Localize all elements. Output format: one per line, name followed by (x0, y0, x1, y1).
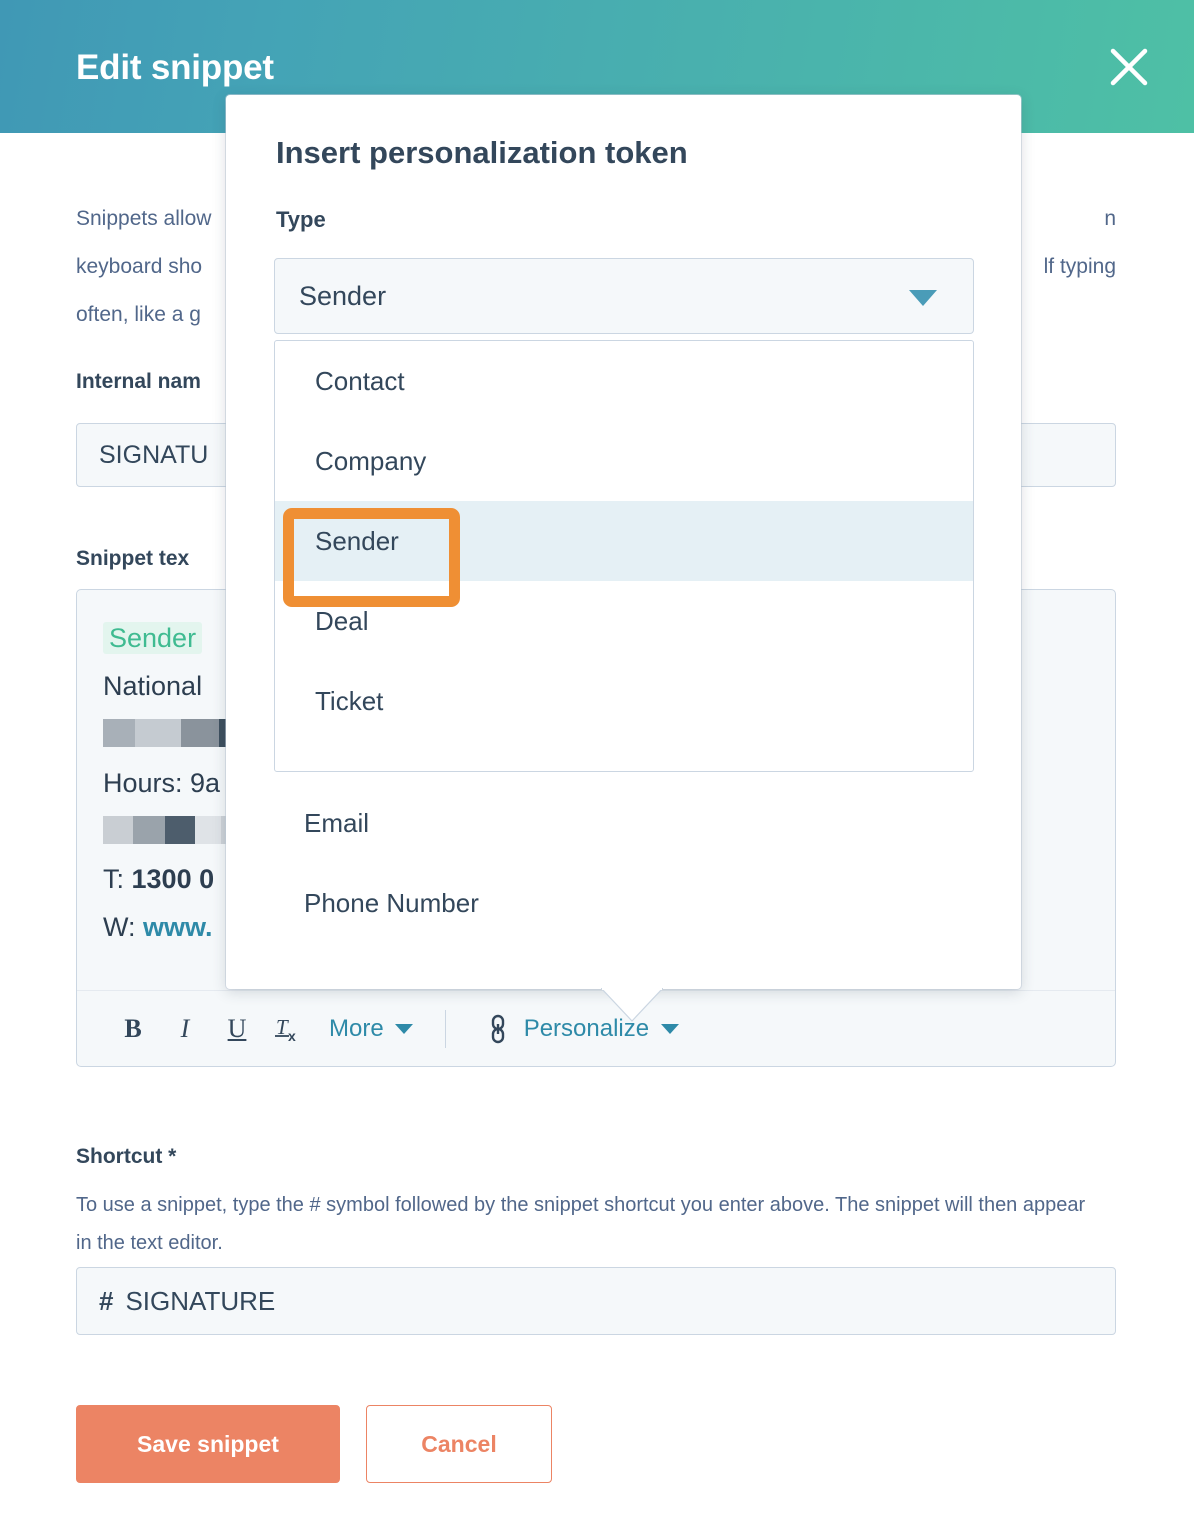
intro-line-1-tail: n (1104, 195, 1116, 243)
cancel-button[interactable]: Cancel (366, 1405, 552, 1483)
italic-button[interactable]: I (159, 1003, 211, 1055)
type-option-deal[interactable]: Deal (275, 581, 973, 661)
chevron-down-icon-personalize (661, 1024, 679, 1034)
editor-web-prefix: W: (103, 912, 143, 942)
clear-formatting-button[interactable]: T x (263, 1003, 315, 1055)
page-title: Edit snippet (76, 48, 274, 88)
type-option-contact[interactable]: Contact (275, 341, 973, 421)
token-field-phone-number[interactable]: Phone Number (274, 863, 974, 943)
type-option-list[interactable]: Contact Company Sender Deal Ticket (274, 340, 974, 772)
more-button[interactable]: More (329, 1015, 413, 1043)
editor-web-link[interactable]: www. (143, 912, 213, 942)
internal-name-value: SIGNATU (99, 441, 208, 470)
chevron-down-icon (395, 1024, 413, 1034)
svg-text:x: x (288, 1028, 296, 1044)
type-option-sender[interactable]: Sender (275, 501, 973, 581)
snippet-text-label: Snippet tex (76, 547, 189, 571)
shortcut-label: Shortcut * (76, 1145, 176, 1169)
intro-line-2-tail: lf typing (1044, 243, 1116, 291)
hash-icon: # (99, 1286, 113, 1317)
bold-button[interactable]: B (107, 1003, 159, 1055)
chevron-down-icon-select (909, 290, 937, 306)
editor-phone-prefix: T: (103, 864, 132, 894)
close-icon[interactable] (1106, 44, 1152, 90)
link-icon[interactable] (472, 1003, 524, 1055)
type-select-value: Sender (299, 281, 386, 312)
personalization-token: Sender (103, 622, 202, 654)
internal-name-label: Internal nam (76, 370, 201, 394)
type-option-ticket[interactable]: Ticket (275, 661, 973, 741)
shortcut-value: SIGNATURE (125, 1286, 275, 1317)
popover-title: Insert personalization token (276, 135, 688, 171)
editor-phone-number: 1300 0 (132, 864, 215, 894)
insert-personalization-token-popover: Insert personalization token Type Sender… (226, 95, 1021, 989)
type-option-company[interactable]: Company (275, 421, 973, 501)
more-label: More (329, 1015, 384, 1043)
token-field-list: Email Phone Number (274, 783, 974, 943)
intro-line-2: keyboard sho (76, 255, 202, 278)
type-select[interactable]: Sender (274, 258, 974, 334)
save-snippet-button[interactable]: Save snippet (76, 1405, 340, 1483)
intro-line-1: Snippets allow (76, 207, 211, 230)
underline-button[interactable]: U (211, 1003, 263, 1055)
toolbar-divider (445, 1010, 446, 1048)
shortcut-help-text: To use a snippet, type the # symbol foll… (76, 1186, 1086, 1262)
type-label: Type (276, 207, 326, 233)
token-field-email[interactable]: Email (274, 783, 974, 863)
shortcut-input[interactable]: # SIGNATURE (76, 1267, 1116, 1335)
popover-arrow (601, 988, 663, 1022)
intro-line-3: often, like a g (76, 303, 201, 326)
editor-toolbar: B I U T x More (77, 990, 1115, 1066)
